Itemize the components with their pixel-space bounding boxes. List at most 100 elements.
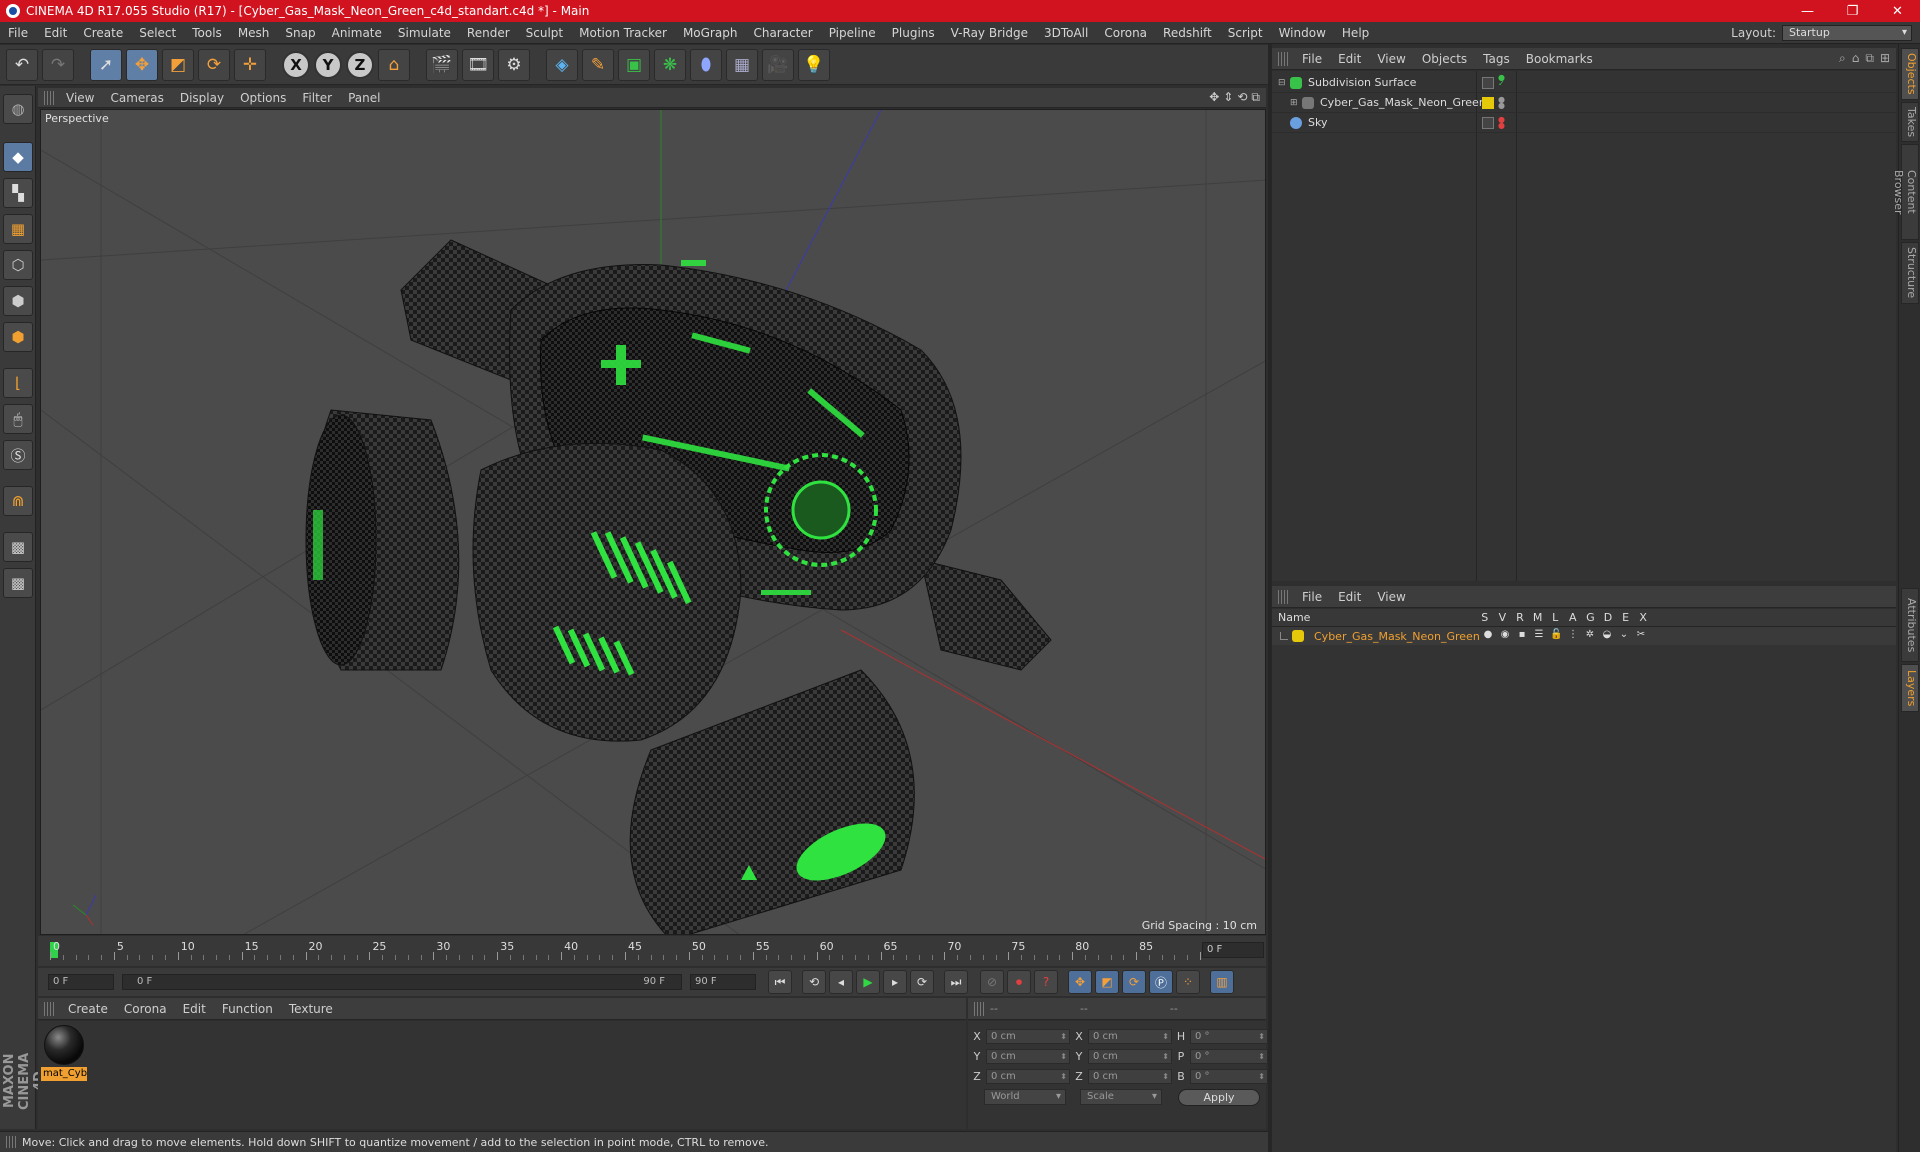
material-name[interactable]: mat_Cyb <box>41 1067 87 1081</box>
menu-character[interactable]: Character <box>745 26 820 40</box>
object-row[interactable]: ⊟ Subdivision Surface ● ✓ <box>1272 73 1896 93</box>
close-button[interactable]: ✕ <box>1875 4 1920 19</box>
object-menu-file[interactable]: File <box>1294 52 1330 66</box>
viewport-menu-cameras[interactable]: Cameras <box>102 91 171 105</box>
menu-select[interactable]: Select <box>131 26 184 40</box>
material-menu-create[interactable]: Create <box>60 1002 116 1016</box>
column-header-animation[interactable]: A <box>1564 611 1582 624</box>
menu-script[interactable]: Script <box>1220 26 1271 40</box>
snap-icon[interactable]: Ⓢ <box>3 440 33 470</box>
minimize-button[interactable]: — <box>1785 4 1830 19</box>
viewport-menu-filter[interactable]: Filter <box>294 91 340 105</box>
generators-toggle-icon[interactable]: ✲ <box>1584 629 1596 641</box>
layer-menu-edit[interactable]: Edit <box>1330 590 1369 604</box>
panel-grip-icon[interactable] <box>974 1001 984 1016</box>
menu-3dtoall[interactable]: 3DToAll <box>1036 26 1096 40</box>
menu-snap[interactable]: Snap <box>277 26 323 40</box>
render-settings-icon[interactable]: ⚙ <box>498 48 530 81</box>
deformers-toggle-icon[interactable]: ◒ <box>1601 629 1613 641</box>
size-z-field[interactable]: 0 cm <box>1088 1068 1172 1084</box>
menu-window[interactable]: Window <box>1271 26 1334 40</box>
visibility-dots-icon[interactable]: ● ✓ <box>1498 74 1505 88</box>
render-view-icon[interactable]: 🎬 <box>426 48 458 81</box>
menu-sculpt[interactable]: Sculpt <box>518 26 571 40</box>
menu-pipeline[interactable]: Pipeline <box>821 26 884 40</box>
cube-object-icon[interactable]: ◈ <box>546 48 578 81</box>
grid-settings-icon[interactable]: ▩ <box>3 568 33 598</box>
menu-edit[interactable]: Edit <box>36 26 75 40</box>
redo-icon[interactable]: ↷ <box>42 48 74 81</box>
camera-icon[interactable]: 🎥 <box>762 48 794 81</box>
key-rotation-icon[interactable]: ⟳ <box>1122 970 1146 994</box>
column-header-render[interactable]: R <box>1511 611 1529 624</box>
position-x-field[interactable]: 0 cm <box>986 1028 1070 1044</box>
x-axis-lock-button[interactable]: X <box>282 50 310 79</box>
menu-tools[interactable]: Tools <box>184 26 230 40</box>
expand-panel-icon[interactable]: ⊞ <box>1880 51 1890 66</box>
column-header-view[interactable]: V <box>1494 611 1512 624</box>
size-x-field[interactable]: 0 cm <box>1088 1028 1172 1044</box>
object-row[interactable]: ⊞ Cyber_Gas_Mask_Neon_Green ● ● <box>1272 93 1896 113</box>
go-to-start-icon[interactable]: ⏮ <box>768 970 792 994</box>
collapse-icon[interactable]: ⊟ <box>1278 78 1290 88</box>
record-keys-icon[interactable]: ⏺ <box>1007 970 1031 994</box>
search-icon[interactable]: ⌕ <box>1839 51 1846 66</box>
layer-menu-view[interactable]: View <box>1369 590 1413 604</box>
material-menu-corona[interactable]: Corona <box>116 1002 175 1016</box>
model-mode-icon[interactable]: ◆ <box>3 142 33 172</box>
key-position-icon[interactable]: ✥ <box>1068 970 1092 994</box>
axis-mode-icon[interactable]: ⌊ <box>3 368 33 398</box>
perspective-viewport[interactable]: Perspective Grid Spacing : 10 cm <box>40 109 1266 935</box>
key-param-icon[interactable]: Ⓟ <box>1149 970 1173 994</box>
polygons-mode-icon[interactable]: ⬢ <box>3 322 33 352</box>
object-name[interactable]: Subdivision Surface <box>1308 76 1416 89</box>
viewport-menu-display[interactable]: Display <box>172 91 232 105</box>
material-menu-edit[interactable]: Edit <box>175 1002 214 1016</box>
workplane-icon[interactable]: ▦ <box>3 214 33 244</box>
column-header-manager[interactable]: M <box>1529 611 1547 624</box>
z-axis-lock-button[interactable]: Z <box>346 50 374 79</box>
material-menu-function[interactable]: Function <box>214 1002 281 1016</box>
column-header-deformers[interactable]: D <box>1599 611 1617 624</box>
previous-frame-icon[interactable]: ◂ <box>829 970 853 994</box>
layer-color-checkbox[interactable] <box>1482 117 1494 129</box>
max-frame-field[interactable]: 90 F <box>690 974 756 990</box>
live-selection-icon[interactable]: ➚ <box>90 48 122 81</box>
tab-attributes[interactable]: Attributes <box>1901 588 1919 662</box>
next-frame-icon[interactable]: ▸ <box>883 970 907 994</box>
rotate-view-icon[interactable]: ⟲ <box>1237 90 1247 105</box>
menu-render[interactable]: Render <box>459 26 518 40</box>
next-key-icon[interactable]: ⟳ <box>910 970 934 994</box>
panel-grip-icon[interactable] <box>1278 51 1288 66</box>
rotate-tool-icon[interactable]: ⟳ <box>198 48 230 81</box>
solo-toggle-icon[interactable]: ● <box>1482 629 1494 641</box>
menu-corona[interactable]: Corona <box>1096 26 1155 40</box>
material-preview-swatch[interactable] <box>44 1025 84 1065</box>
menu-help[interactable]: Help <box>1334 26 1377 40</box>
expand-icon[interactable]: ⊞ <box>1290 98 1302 108</box>
current-frame-field[interactable]: 0 F <box>48 974 114 990</box>
tab-structure[interactable]: Structure <box>1901 242 1919 304</box>
layer-color-swatch[interactable] <box>1482 97 1494 109</box>
expressions-toggle-icon[interactable]: ⌄ <box>1618 629 1630 641</box>
tweak-mode-icon[interactable]: 🖱 <box>3 404 33 434</box>
object-name[interactable]: Cyber_Gas_Mask_Neon_Green <box>1320 96 1486 109</box>
points-mode-icon[interactable]: ⬡ <box>3 250 33 280</box>
panel-grip-icon[interactable] <box>1278 589 1288 604</box>
key-pla-icon[interactable]: ⁘ <box>1176 970 1200 994</box>
cloner-icon[interactable]: ❋ <box>654 48 686 81</box>
subdivision-surface-icon[interactable]: ▣ <box>618 48 650 81</box>
menu-plugins[interactable]: Plugins <box>884 26 943 40</box>
rotation-h-field[interactable]: 0 ° <box>1190 1028 1268 1044</box>
layout-select[interactable]: Startup <box>1782 24 1912 41</box>
pen-spline-icon[interactable]: ✎ <box>582 48 614 81</box>
object-name[interactable]: Sky <box>1308 116 1327 129</box>
render-picture-viewer-icon[interactable]: 🎞 <box>462 48 494 81</box>
visibility-dots-icon[interactable]: ● ● <box>1498 116 1505 130</box>
layer-row[interactable]: Cyber_Gas_Mask_Neon_Green ● ◉ ▪ ☰ 🔓 ⋮ ✲ … <box>1272 627 1896 645</box>
viewport-menu-options[interactable]: Options <box>232 91 294 105</box>
go-to-end-icon[interactable]: ⏭ <box>944 970 968 994</box>
timeline-window-icon[interactable]: ▥ <box>1210 970 1234 994</box>
menu-vray-bridge[interactable]: V-Ray Bridge <box>943 26 1036 40</box>
object-menu-tags[interactable]: Tags <box>1475 52 1518 66</box>
